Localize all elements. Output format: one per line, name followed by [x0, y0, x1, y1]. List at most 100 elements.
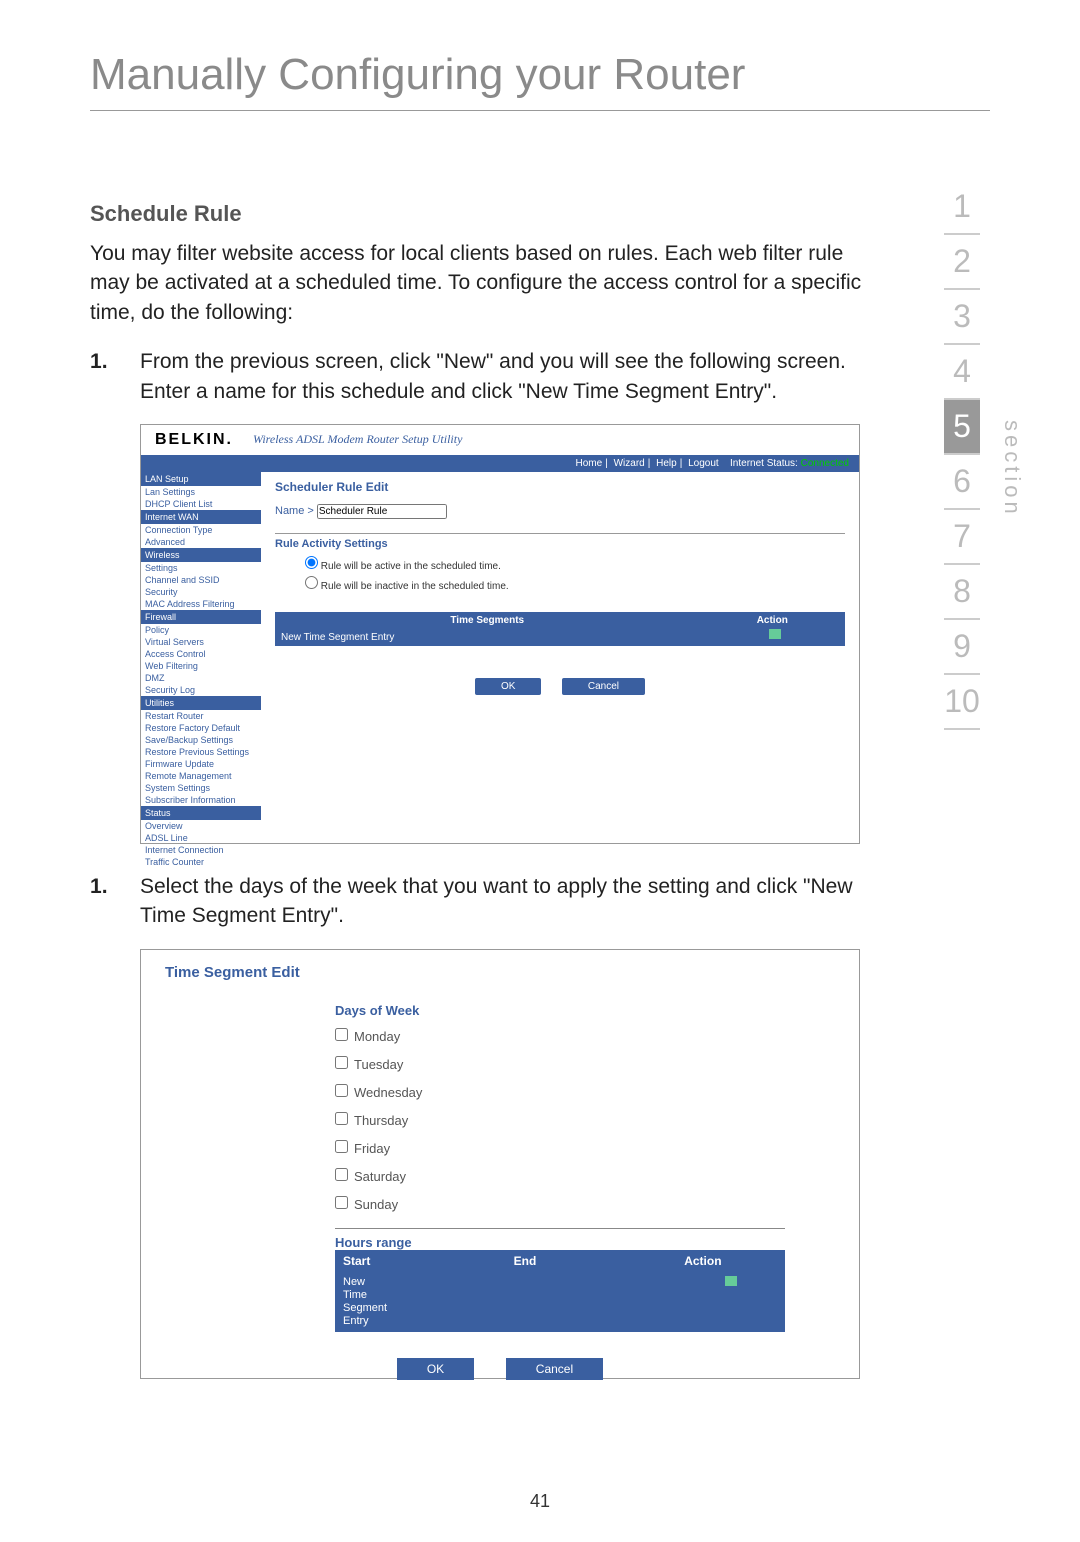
day-label: Saturday	[354, 1169, 406, 1184]
sidebar-header: Internet WAN	[141, 510, 261, 524]
sidebar-item[interactable]: Remote Management	[141, 770, 261, 782]
sidebar-header: Utilities	[141, 696, 261, 710]
sidebar-item[interactable]: Security Log	[141, 684, 261, 696]
days-of-week-label: Days of Week	[335, 1003, 835, 1018]
sidebar-item[interactable]: System Settings	[141, 782, 261, 794]
radio-active[interactable]	[305, 556, 318, 569]
rule-activity-settings-title: Rule Activity Settings	[275, 533, 845, 550]
cancel-button[interactable]: Cancel	[506, 1358, 603, 1380]
section-4[interactable]: 4	[944, 345, 980, 400]
section-label: section	[999, 420, 1025, 518]
time-segment-edit-title: Time Segment Edit	[165, 964, 835, 981]
sidebar-item[interactable]: Advanced	[141, 536, 261, 548]
radio-inactive-label: Rule will be inactive in the scheduled t…	[321, 581, 509, 592]
screenshot-scheduler-rule-edit: BELKIN. Wireless ADSL Modem Router Setup…	[140, 424, 860, 844]
section-1[interactable]: 1	[944, 180, 980, 235]
sidebar-item[interactable]: Security	[141, 586, 261, 598]
step-2: Select the days of the week that you wan…	[90, 872, 870, 931]
section-2[interactable]: 2	[944, 235, 980, 290]
screenshot-time-segment-edit: Time Segment Edit Days of Week Monday Tue…	[140, 949, 860, 1379]
sidebar-item[interactable]: Web Filtering	[141, 660, 261, 672]
nav-wizard[interactable]: Wizard	[614, 458, 645, 469]
sidebar-item[interactable]: Access Control	[141, 648, 261, 660]
day-checkbox[interactable]	[335, 1112, 348, 1125]
sidebar-header: LAN Setup	[141, 472, 261, 486]
step-1: From the previous screen, click "New" an…	[90, 347, 870, 406]
sidebar-item[interactable]: Restore Previous Settings	[141, 746, 261, 758]
section-8[interactable]: 8	[944, 565, 980, 620]
sidebar-item[interactable]: DMZ	[141, 672, 261, 684]
name-input[interactable]	[317, 504, 447, 519]
section-6[interactable]: 6	[944, 455, 980, 510]
utility-title: Wireless ADSL Modem Router Setup Utility	[253, 432, 462, 447]
radio-active-label: Rule will be active in the scheduled tim…	[321, 561, 501, 572]
name-label: Name >	[275, 505, 314, 517]
intro-paragraph: You may filter website access for local …	[90, 239, 870, 327]
top-nav: Home| Wizard| Help| Logout Internet Stat…	[141, 455, 859, 472]
sidebar-item[interactable]: DHCP Client List	[141, 498, 261, 510]
day-checkbox[interactable]	[335, 1196, 348, 1209]
day-label: Thursday	[354, 1113, 408, 1128]
ok-button[interactable]: OK	[397, 1358, 474, 1380]
page-number: 41	[530, 1491, 550, 1512]
day-label: Friday	[354, 1141, 390, 1156]
section-7[interactable]: 7	[944, 510, 980, 565]
day-checkbox[interactable]	[335, 1168, 348, 1181]
sidebar-item[interactable]: Channel and SSID	[141, 574, 261, 586]
col-start: Start	[335, 1250, 506, 1272]
day-label: Wednesday	[354, 1085, 422, 1100]
day-label: Sunday	[354, 1197, 398, 1212]
sidebar-item[interactable]: Virtual Servers	[141, 636, 261, 648]
nav-logout[interactable]: Logout	[688, 458, 719, 469]
day-label: Monday	[354, 1029, 400, 1044]
section-5[interactable]: 5	[944, 400, 980, 455]
sidebar-item[interactable]: Restore Factory Default	[141, 722, 261, 734]
section-nav: 1 2 3 4 5 6 7 8 9 10	[944, 180, 980, 730]
sidebar-item[interactable]: ADSL Line	[141, 832, 261, 844]
day-label: Tuesday	[354, 1057, 403, 1072]
ok-button[interactable]: OK	[475, 678, 541, 695]
sidebar-header: Firewall	[141, 610, 261, 624]
belkin-logo: BELKIN.	[155, 431, 233, 449]
sidebar-item[interactable]: Traffic Counter	[141, 856, 261, 868]
sidebar-item[interactable]: MAC Address Filtering	[141, 598, 261, 610]
internet-status-label: Internet Status:	[730, 458, 798, 469]
day-checkbox[interactable]	[335, 1056, 348, 1069]
sidebar-item[interactable]: Restart Router	[141, 710, 261, 722]
section-10[interactable]: 10	[944, 675, 980, 730]
sidebar-item[interactable]: Internet Connection	[141, 844, 261, 856]
nav-home[interactable]: Home	[576, 458, 603, 469]
day-checkbox[interactable]	[335, 1140, 348, 1153]
radio-inactive[interactable]	[305, 576, 318, 589]
col-end: End	[506, 1250, 677, 1272]
hours-range-label: Hours range	[335, 1228, 785, 1250]
sidebar-header: Status	[141, 806, 261, 820]
sidebar-item[interactable]: Firmware Update	[141, 758, 261, 770]
section-9[interactable]: 9	[944, 620, 980, 675]
edit-icon[interactable]	[725, 1276, 737, 1286]
sidebar-item[interactable]: Subscriber Information	[141, 794, 261, 806]
sidebar-item[interactable]: Overview	[141, 820, 261, 832]
day-checkbox[interactable]	[335, 1028, 348, 1041]
sidebar-item[interactable]: Connection Type	[141, 524, 261, 536]
internet-status-value: Connected	[801, 458, 849, 469]
sidebar-item[interactable]: Lan Settings	[141, 486, 261, 498]
edit-icon[interactable]	[769, 629, 781, 639]
sidebar-item[interactable]: Policy	[141, 624, 261, 636]
col-action: Action	[676, 1250, 785, 1272]
schedule-rule-heading: Schedule Rule	[90, 201, 870, 227]
sidebar-item[interactable]: Save/Backup Settings	[141, 734, 261, 746]
page-title: Manually Configuring your Router	[90, 50, 990, 111]
new-time-segment-entry-link[interactable]: New Time Segment Entry	[275, 629, 706, 646]
new-time-segment-entry-link[interactable]: New Time Segment Entry	[335, 1272, 506, 1333]
col-action: Action	[700, 612, 846, 629]
scheduler-rule-edit-title: Scheduler Rule Edit	[275, 480, 845, 494]
nav-help[interactable]: Help	[656, 458, 677, 469]
sidebar: LAN SetupLan SettingsDHCP Client ListInt…	[141, 472, 261, 868]
sidebar-header: Wireless	[141, 548, 261, 562]
col-time-segments: Time Segments	[275, 612, 700, 629]
section-3[interactable]: 3	[944, 290, 980, 345]
day-checkbox[interactable]	[335, 1084, 348, 1097]
cancel-button[interactable]: Cancel	[562, 678, 645, 695]
sidebar-item[interactable]: Settings	[141, 562, 261, 574]
